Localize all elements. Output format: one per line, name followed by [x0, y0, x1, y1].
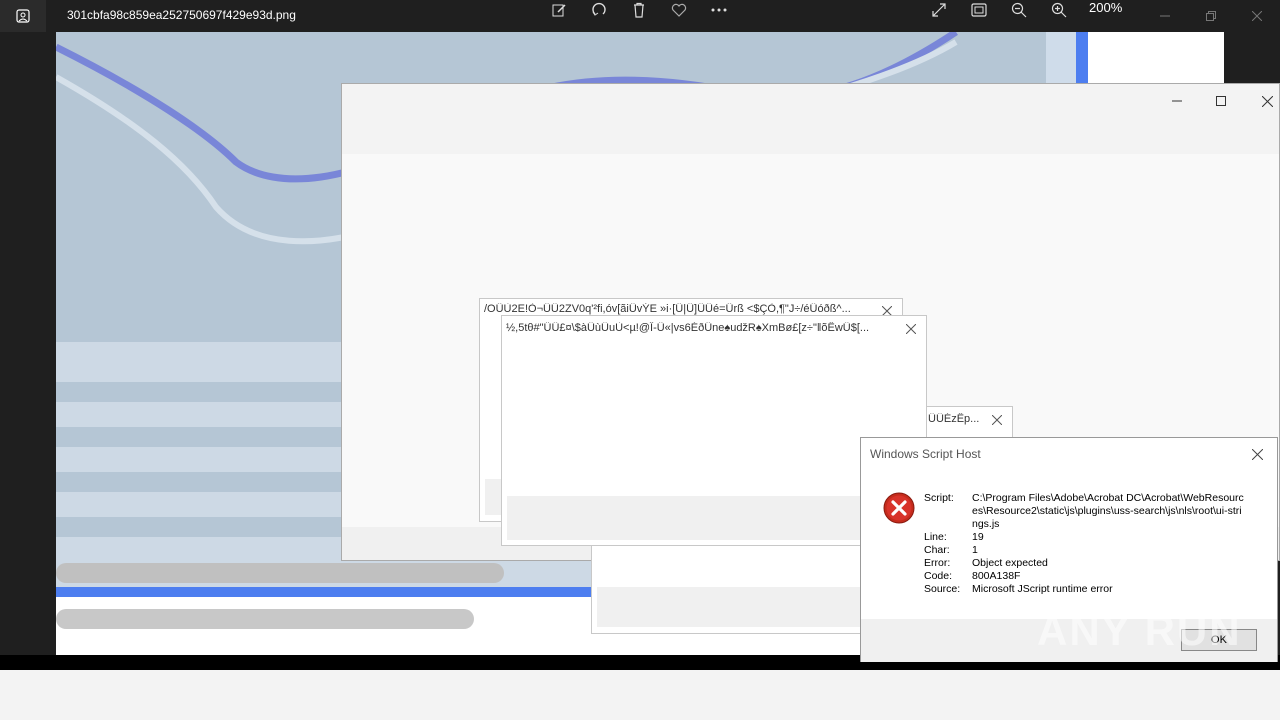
code-label: Code:: [924, 570, 953, 582]
more-icon[interactable]: [703, 0, 735, 20]
favorite-icon[interactable]: [663, 0, 695, 20]
viewer-toolbar: 301cbfa98c859ea252750697f429e93d.png 200…: [0, 0, 1280, 32]
error-icon: [883, 492, 915, 527]
char-row: Char: 1: [924, 544, 1246, 557]
script-row: Script: C:\Program Files\Adobe\Acrobat D…: [924, 492, 1246, 531]
close-icon[interactable]: [1258, 92, 1276, 110]
code-value: 800A138F: [972, 570, 1021, 582]
zoom-level[interactable]: 200%: [1089, 0, 1122, 15]
error-row: Error: Object expected: [924, 557, 1246, 570]
edit-icon[interactable]: [543, 0, 575, 20]
blank-window-titlebar: [342, 84, 1279, 154]
dialog-title: ½,5tθ#"ÜÛ£¤\$àÛùÛuÙ<µ!@Î-Û«|vs6ÉðÛne♠uǆR…: [506, 322, 870, 334]
file-name: 301cbfa98c859ea252750697f429e93d.png: [67, 8, 296, 22]
fit-icon[interactable]: [963, 0, 995, 20]
maximize-icon[interactable]: [1212, 92, 1230, 110]
close-icon[interactable]: [1249, 446, 1265, 462]
rotate-icon[interactable]: [583, 0, 615, 20]
close-icon[interactable]: [903, 321, 919, 337]
source-row: Source: Microsoft JScript runtime error: [924, 583, 1246, 596]
error-value: Object expected: [972, 557, 1048, 569]
close-icon[interactable]: [1247, 6, 1267, 26]
line-row: Line: 19: [924, 531, 1246, 544]
close-icon[interactable]: [989, 412, 1005, 428]
delete-icon[interactable]: [623, 0, 655, 20]
source-label: Source:: [924, 583, 961, 595]
dialog-footer: [507, 496, 921, 540]
minimize-icon[interactable]: [1155, 6, 1175, 26]
dialog-title: /OÛÙ2E!Ò¬ÛÛ2ZV0q'²fi,óv[ãiÛvÝE »i·[Û|Û]Û…: [484, 303, 851, 315]
source-value: Microsoft JScript runtime error: [972, 583, 1113, 595]
script-value: C:\Program Files\Adobe\Acrobat DC\Acroba…: [972, 492, 1244, 530]
watermark-logo: ANY RUN: [1037, 607, 1242, 654]
code-row: Code: 800A138F: [924, 570, 1246, 583]
photos-app-icon: [0, 0, 46, 32]
error-label: Error:: [924, 557, 951, 569]
char-label: Char:: [924, 544, 950, 556]
dialog-title: Windows Script Host: [870, 447, 981, 461]
zoom-out-icon[interactable]: [1003, 0, 1035, 20]
line-value: 19: [972, 531, 984, 543]
minimize-icon[interactable]: [1168, 92, 1186, 110]
char-value: 1: [972, 544, 978, 556]
fullscreen-icon[interactable]: [923, 0, 955, 20]
dialog-title: ÛÛÉzÊp...: [928, 413, 980, 425]
error-details: Script: C:\Program Files\Adobe\Acrobat D…: [924, 492, 1246, 596]
restore-icon[interactable]: [1201, 6, 1221, 26]
line-label: Line:: [924, 531, 947, 543]
zoom-in-icon[interactable]: [1043, 0, 1075, 20]
script-label: Script:: [924, 492, 954, 504]
